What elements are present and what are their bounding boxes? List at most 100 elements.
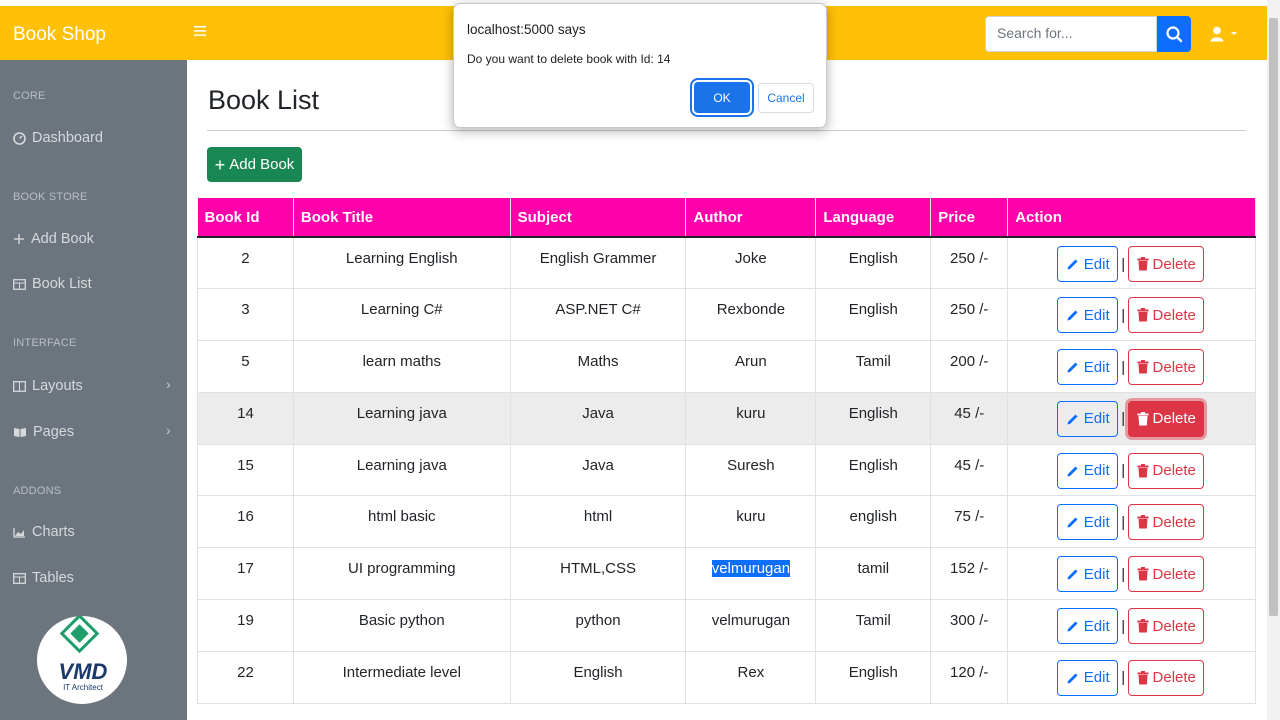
sidebar-item-pages[interactable]: Pages (13, 424, 74, 440)
cell-price: 45 /- (930, 444, 1009, 497)
sidebar-item-label: Dashboard (32, 130, 103, 146)
cell-author: velmurugan (685, 547, 817, 601)
pencil-icon (1067, 621, 1078, 632)
ok-button[interactable]: OK (694, 82, 750, 113)
cell-text: 250 /- (950, 250, 989, 267)
cell-text: English Grammer (539, 250, 657, 267)
column-header: Book Id (197, 198, 294, 238)
cell-id: 14 (197, 392, 294, 445)
cell-id: 17 (197, 547, 294, 601)
add-book-button[interactable]: + Add Book (207, 147, 302, 182)
cell-text: 17 (237, 560, 254, 578)
add-book-label: Add Book (229, 156, 295, 173)
divider (207, 130, 1246, 131)
cell-author: Joke (685, 237, 817, 290)
cell-title: Learning java (292, 392, 511, 445)
user-menu[interactable] (1210, 26, 1240, 42)
delete-button[interactable]: Delete (1128, 400, 1205, 437)
cell-price: 250 /- (930, 288, 1009, 342)
cell-author: kuru (685, 392, 817, 445)
column-header: Author (685, 198, 817, 238)
plus-icon (14, 234, 24, 244)
delete-button[interactable]: Delete (1128, 504, 1205, 541)
dialog-message: Do you want to delete book with Id: 14 (467, 52, 671, 66)
cell-text: Learning java (356, 404, 447, 422)
cell-language: English (815, 444, 932, 497)
cell-text: 5 (241, 353, 250, 371)
cell-text: 75 /- (954, 508, 985, 526)
edit-button[interactable]: Edit (1057, 400, 1119, 437)
edit-button[interactable]: Edit (1057, 452, 1119, 489)
delete-button[interactable]: Delete (1128, 608, 1205, 645)
cell-action: Edit | Delete (1007, 495, 1256, 549)
sidebar-item-charts[interactable]: Charts (13, 524, 75, 540)
user-icon (1210, 26, 1237, 42)
cell-language: tamil (815, 547, 932, 601)
cell-id: 5 (197, 340, 294, 393)
search-input[interactable]: Search for... (985, 16, 1157, 52)
cell-author: Suresh (685, 444, 817, 497)
vmd-logo: VMD IT Architect (37, 613, 127, 704)
delete-label: Delete (1152, 255, 1196, 273)
sidebar-item-label: Add Book (31, 231, 94, 247)
sidebar-item-layouts[interactable]: Layouts (13, 378, 83, 394)
cell-text: Maths (577, 353, 619, 371)
cell-text: Learning English (345, 250, 458, 267)
trash-icon (1137, 619, 1149, 633)
cell-action: Edit | Delete (1007, 392, 1256, 445)
cell-text: UI programming (348, 560, 456, 578)
column-header: Subject (510, 198, 687, 238)
cell-title: Basic python (292, 599, 511, 652)
separator: | (1121, 410, 1126, 428)
sidebar-item-book-list[interactable]: Book List (13, 276, 92, 292)
sidebar-toggle-icon[interactable] (193, 24, 207, 40)
brand[interactable]: Book Shop (13, 24, 106, 46)
cell-action: Edit | Delete (1007, 288, 1256, 342)
cell-text: 250 /- (950, 301, 989, 319)
delete-button[interactable]: Delete (1128, 659, 1205, 696)
cell-id: 3 (197, 288, 294, 342)
search-button[interactable] (1157, 16, 1191, 52)
gauge-icon (13, 131, 26, 145)
delete-button[interactable]: Delete (1128, 246, 1205, 282)
cell-id: 2 (197, 237, 294, 290)
trash-icon (1137, 463, 1149, 478)
sidebar-item-tables[interactable]: Tables (13, 570, 74, 586)
cell-text: 2 (241, 250, 250, 267)
cell-text: Learning C# (360, 301, 443, 319)
cell-text: 45 /- (954, 456, 985, 474)
cell-text: Arun (735, 353, 767, 371)
edit-button[interactable]: Edit (1057, 608, 1119, 645)
cell-action: Edit | Delete (1007, 237, 1256, 290)
cell-text: english (849, 508, 898, 526)
cell-text: 22 (237, 663, 254, 681)
edit-button[interactable]: Edit (1057, 556, 1119, 593)
delete-button[interactable]: Delete (1128, 349, 1205, 386)
delete-button[interactable]: Delete (1128, 556, 1205, 593)
edit-label: Edit (1083, 410, 1110, 428)
edit-button[interactable]: Edit (1057, 504, 1119, 541)
table-row: 15 Learning java Java Suresh English 45 /- Edi… (197, 444, 1256, 497)
edit-button[interactable]: Edit (1057, 246, 1119, 282)
delete-button[interactable]: Delete (1128, 297, 1205, 334)
cancel-button[interactable]: Cancel (758, 83, 814, 113)
cell-text: English (848, 404, 898, 422)
sidebar-item-add-book[interactable]: Add Book (13, 231, 94, 247)
cell-text: Joke (735, 250, 767, 267)
delete-button[interactable]: Delete (1128, 452, 1205, 489)
scrollbar-thumb[interactable] (1269, 18, 1278, 616)
table-row: 5 learn maths Maths Arun Tamil 200 /- Edit | Del… (197, 340, 1256, 393)
cell-text: 120 /- (950, 663, 989, 681)
cell-price: 120 /- (930, 651, 1009, 704)
sidebar-item-dashboard[interactable]: Dashboard (13, 130, 103, 146)
cell-text: 19 (237, 612, 254, 630)
edit-button[interactable]: Edit (1057, 659, 1119, 696)
cell-subject: html (509, 495, 687, 549)
dialog-title: localhost:5000 says (467, 22, 586, 37)
edit-button[interactable]: Edit (1057, 297, 1119, 334)
plus-icon: + (214, 154, 226, 175)
table-row: 3 Learning C# ASP.NET C# Rexbonde English 250… (197, 288, 1256, 342)
cell-subject: ASP.NET C# (509, 288, 687, 342)
edit-button[interactable]: Edit (1057, 349, 1119, 386)
main-content: Book List + Add Book Book Id Book Title … (187, 60, 1267, 720)
